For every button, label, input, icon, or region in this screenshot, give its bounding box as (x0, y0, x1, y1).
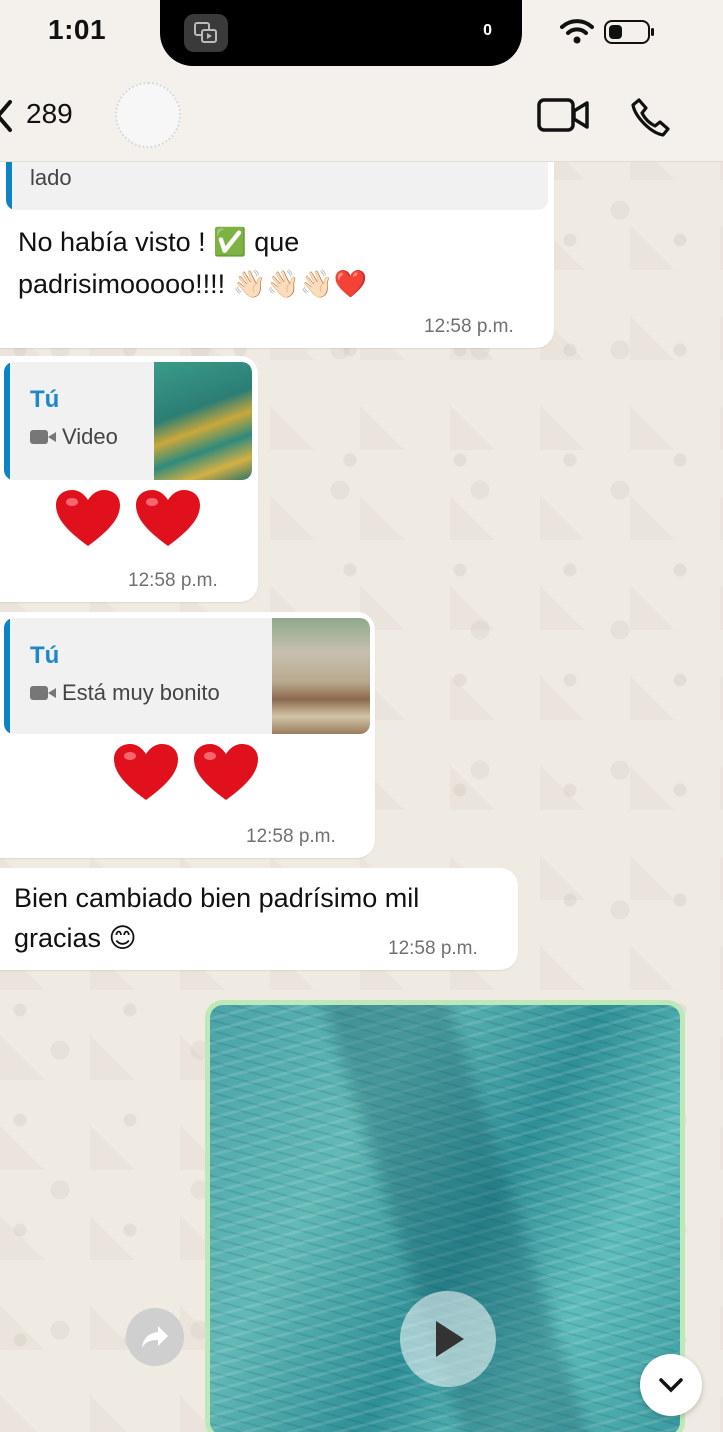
message-bubble[interactable]: lado No había visto ! ✅ que padrisimoooo… (0, 130, 554, 348)
quote-author: Tú (30, 642, 60, 669)
heart-icon (114, 744, 178, 800)
status-bar: 1:01 0 (0, 0, 723, 70)
quoted-message[interactable]: Tú Video (4, 362, 252, 480)
message-time: 12:58 p.m. (246, 826, 336, 847)
contact-avatar[interactable] (115, 82, 181, 148)
quote-subtitle-text: Video (62, 424, 118, 449)
video-icon (30, 685, 56, 701)
quote-subtitle: Video (30, 424, 118, 450)
island-counter: 0 (483, 22, 492, 39)
battery-icon (604, 20, 654, 44)
message-text: No había visto ! ✅ que (18, 227, 300, 257)
quoted-message[interactable]: Tú Está muy bonito (4, 618, 370, 734)
message-time: 12:58 p.m. (424, 316, 514, 337)
heart-icon (56, 490, 120, 546)
heart-reactions (112, 742, 260, 804)
forward-arrow-icon (142, 1326, 168, 1348)
video-thumbnail (272, 618, 370, 734)
message-bubble[interactable]: Tú Video 12:58 p.m. (0, 356, 258, 602)
play-icon (436, 1321, 464, 1357)
message-time: 12:58 p.m. (388, 938, 478, 959)
phone-icon[interactable] (630, 96, 672, 138)
quote-author: Tú (30, 386, 60, 413)
video-camera-icon[interactable] (536, 96, 590, 134)
heart-icon (136, 490, 200, 546)
quoted-text: lado (30, 165, 72, 190)
video-icon (30, 429, 56, 445)
message-text: gracias 😊 (14, 923, 137, 953)
unread-count: 289 (26, 98, 73, 129)
wifi-icon (560, 19, 594, 44)
message-bubble[interactable]: Bien cambiado bien padrísimo mil gracias… (0, 868, 518, 970)
chat-header-overlay: 289 (0, 70, 723, 162)
screen-mirror-icon (184, 14, 228, 52)
heart-reactions (54, 488, 202, 550)
quote-subtitle: Está muy bonito (30, 680, 220, 706)
message-bubble[interactable]: Tú Está muy bonito 12:58 p.m. (0, 612, 375, 858)
heart-icon (194, 744, 258, 800)
message-text: Bien cambiado bien padrísimo mil (14, 883, 420, 913)
chevron-down-icon (659, 1378, 683, 1393)
video-thumbnail (154, 362, 252, 480)
chevron-left-icon (0, 100, 12, 132)
message-time: 12:58 p.m. (128, 570, 218, 591)
scroll-to-bottom-button[interactable] (640, 1354, 702, 1416)
message-text: padrisimooooo!!!! 👋🏻👋🏻👋🏻❤️ (18, 269, 368, 299)
status-time: 1:01 (48, 14, 107, 45)
play-button[interactable] (400, 1291, 496, 1387)
forward-button[interactable] (126, 1308, 184, 1366)
dynamic-island[interactable]: 0 (160, 0, 522, 66)
quote-subtitle-text: Está muy bonito (62, 680, 220, 705)
outgoing-video-message[interactable] (205, 1000, 685, 1432)
